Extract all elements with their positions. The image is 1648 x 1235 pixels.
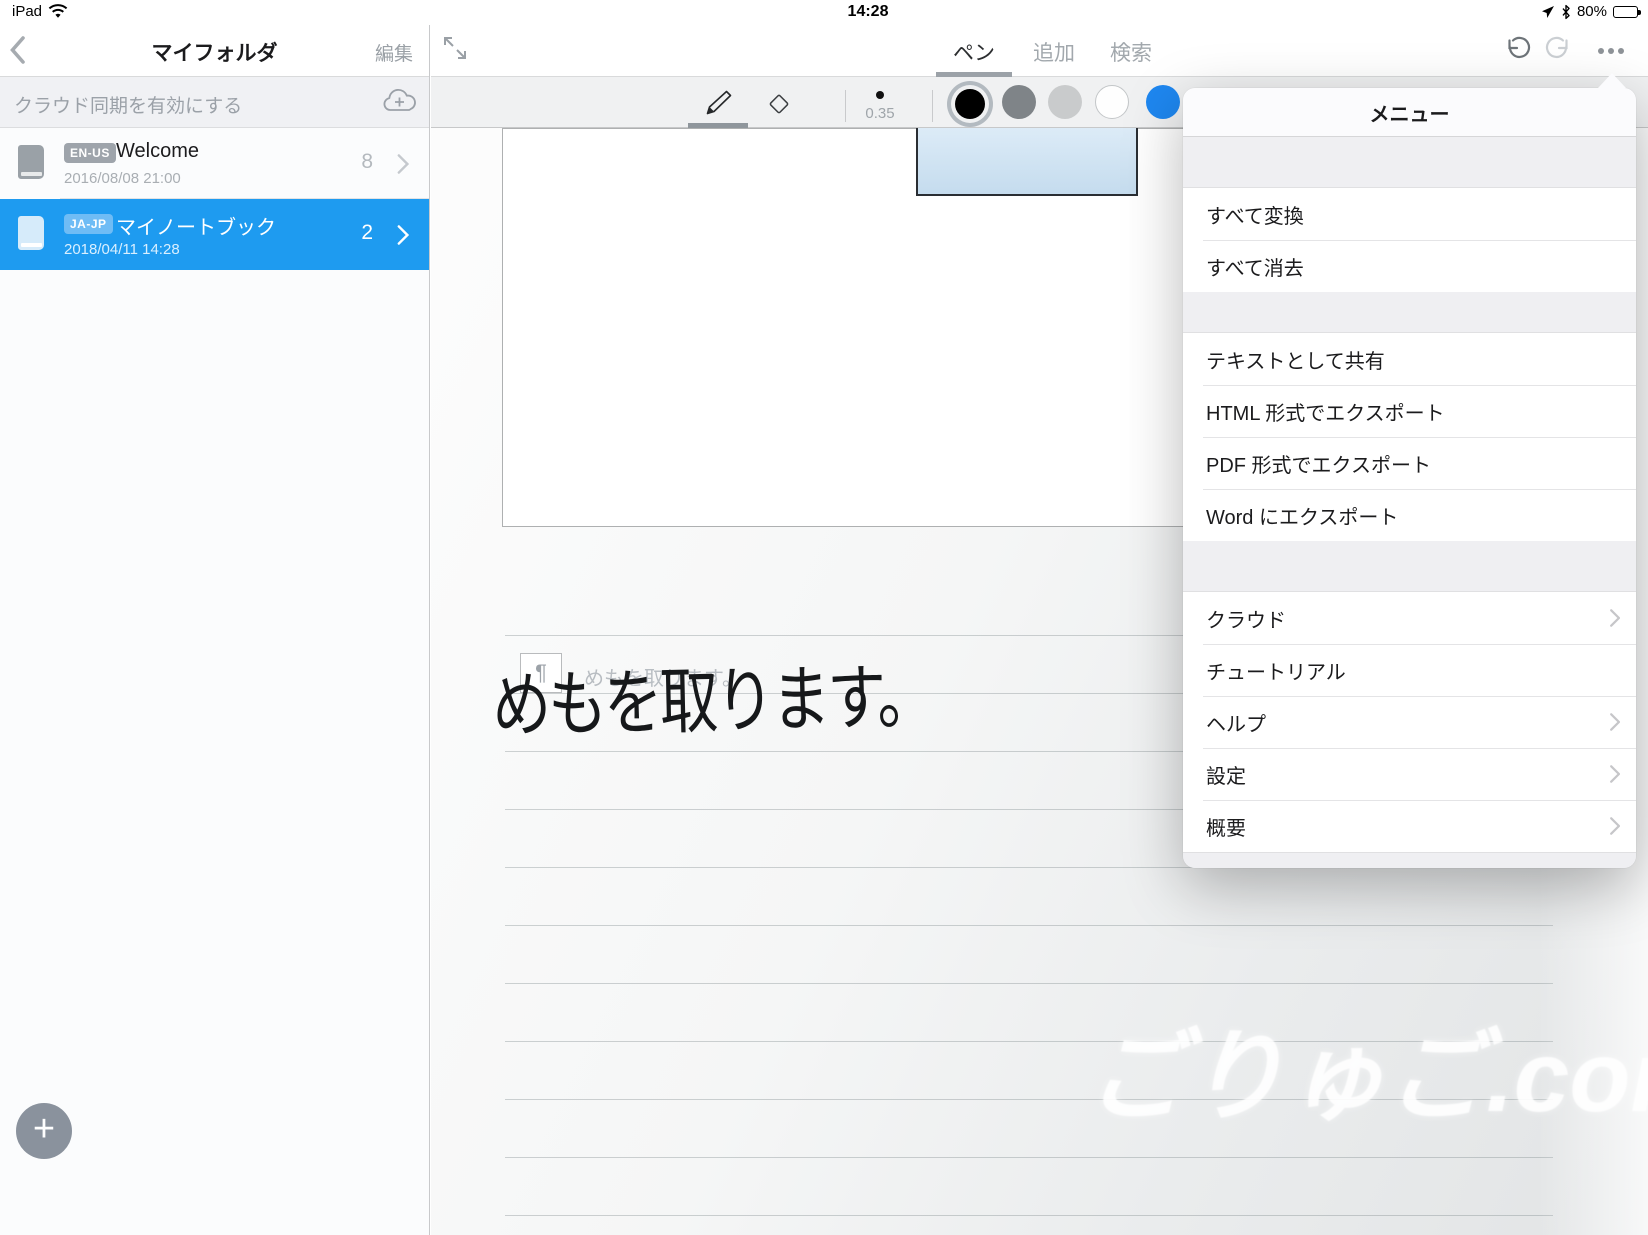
popover-caret — [1598, 73, 1626, 88]
notebook-row-mynotebook[interactable]: JA-JP マイノートブック 2018/04/11 14:28 2 — [0, 199, 429, 270]
notebook-icon — [18, 216, 44, 250]
chevron-right-icon — [1609, 816, 1620, 836]
menu-item-cloud[interactable]: クラウド — [1183, 592, 1636, 644]
chevron-right-icon — [1609, 608, 1620, 628]
tab-search[interactable]: 検索 — [1093, 37, 1169, 67]
notebook-icon — [18, 145, 44, 179]
notebook-title: マイノートブック — [116, 211, 276, 240]
sidebar-header: マイフォルダ 編集 — [0, 25, 429, 77]
notebook-title: Welcome — [116, 140, 199, 163]
folder-title: マイフォルダ — [0, 37, 429, 67]
app-window: iPad 14:28 80% — [0, 0, 1648, 1235]
battery-icon — [1613, 6, 1638, 18]
status-bar: iPad 14:28 80% — [0, 0, 1648, 25]
chevron-right-icon — [396, 224, 409, 246]
stroke-width-dot[interactable] — [876, 91, 884, 99]
color-swatch-gray[interactable] — [1002, 85, 1036, 119]
eraser-tool-icon[interactable] — [764, 89, 794, 119]
menu-item-export-word[interactable]: Word にエクスポート — [1183, 489, 1636, 541]
language-badge: EN-US — [64, 143, 116, 163]
tab-add[interactable]: 追加 — [1016, 37, 1092, 67]
cloud-sync-label: クラウド同期を有効にする — [14, 91, 242, 118]
redo-button[interactable] — [1543, 36, 1575, 66]
drawn-rectangle-shape — [916, 126, 1138, 196]
more-menu-button[interactable] — [1589, 37, 1633, 65]
menu-item-convert-all[interactable]: すべて変換 — [1183, 188, 1636, 240]
menu-item-erase-all[interactable]: すべて消去 — [1183, 240, 1636, 292]
color-swatch-lightgray[interactable] — [1048, 85, 1082, 119]
menu-item-export-html[interactable]: HTML 形式でエクスポート — [1183, 385, 1636, 437]
add-notebook-button[interactable]: + — [16, 1103, 72, 1159]
location-icon — [1541, 5, 1555, 19]
menu-item-tutorial[interactable]: チュートリアル — [1183, 644, 1636, 696]
chevron-right-icon — [1609, 764, 1620, 784]
menu-popover: メニュー すべて変換 すべて消去 テキストとして共有 HTML 形式でエクスポー… — [1183, 88, 1636, 868]
bluetooth-icon — [1561, 4, 1571, 20]
language-badge: JA-JP — [64, 214, 113, 234]
menu-item-about[interactable]: 概要 — [1183, 800, 1636, 852]
menu-item-share-as-text[interactable]: テキストとして共有 — [1183, 333, 1636, 385]
undo-button[interactable] — [1503, 36, 1535, 66]
color-swatch-black[interactable] — [955, 89, 985, 119]
menu-item-help[interactable]: ヘルプ — [1183, 696, 1636, 748]
toolbar-divider — [845, 90, 846, 122]
notebook-date: 2018/04/11 14:28 — [64, 241, 180, 258]
cloud-sync-row[interactable]: クラウド同期を有効にする — [0, 77, 429, 128]
cloud-add-icon[interactable] — [381, 88, 419, 116]
wifi-icon — [48, 4, 68, 19]
color-swatch-blue[interactable] — [1146, 85, 1180, 119]
handwritten-text: めもを取ります。 — [491, 639, 934, 753]
toolbar-divider — [932, 90, 933, 122]
chevron-right-icon — [1609, 712, 1620, 732]
chevron-right-icon — [396, 153, 409, 175]
notebook-date: 2016/08/08 21:00 — [64, 170, 181, 187]
fullscreen-toggle-icon[interactable] — [441, 34, 471, 64]
active-tool-underline — [688, 123, 748, 128]
sidebar: マイフォルダ 編集 クラウド同期を有効にする EN-US Welcome 201… — [0, 25, 430, 1235]
pencil-tool-icon[interactable] — [703, 87, 735, 119]
device-label: iPad — [12, 3, 42, 20]
tab-pen[interactable]: ペン — [936, 37, 1012, 67]
edit-button[interactable]: 編集 — [375, 39, 413, 66]
page-count: 2 — [361, 221, 373, 245]
document-header: ペン 追加 検索 — [431, 25, 1648, 77]
menu-item-export-pdf[interactable]: PDF 形式でエクスポート — [1183, 437, 1636, 489]
notebook-row-welcome[interactable]: EN-US Welcome 2016/08/08 21:00 8 — [0, 128, 429, 199]
menu-item-settings[interactable]: 設定 — [1183, 748, 1636, 800]
battery-percent: 80% — [1577, 3, 1607, 20]
page-count: 8 — [361, 150, 373, 174]
color-swatch-white[interactable] — [1095, 85, 1129, 119]
menu-title: メニュー — [1183, 88, 1636, 137]
watermark-text: ごりゅご.com — [1086, 995, 1648, 1140]
stroke-width-value: 0.35 — [850, 105, 910, 122]
clock: 14:28 — [848, 3, 889, 21]
